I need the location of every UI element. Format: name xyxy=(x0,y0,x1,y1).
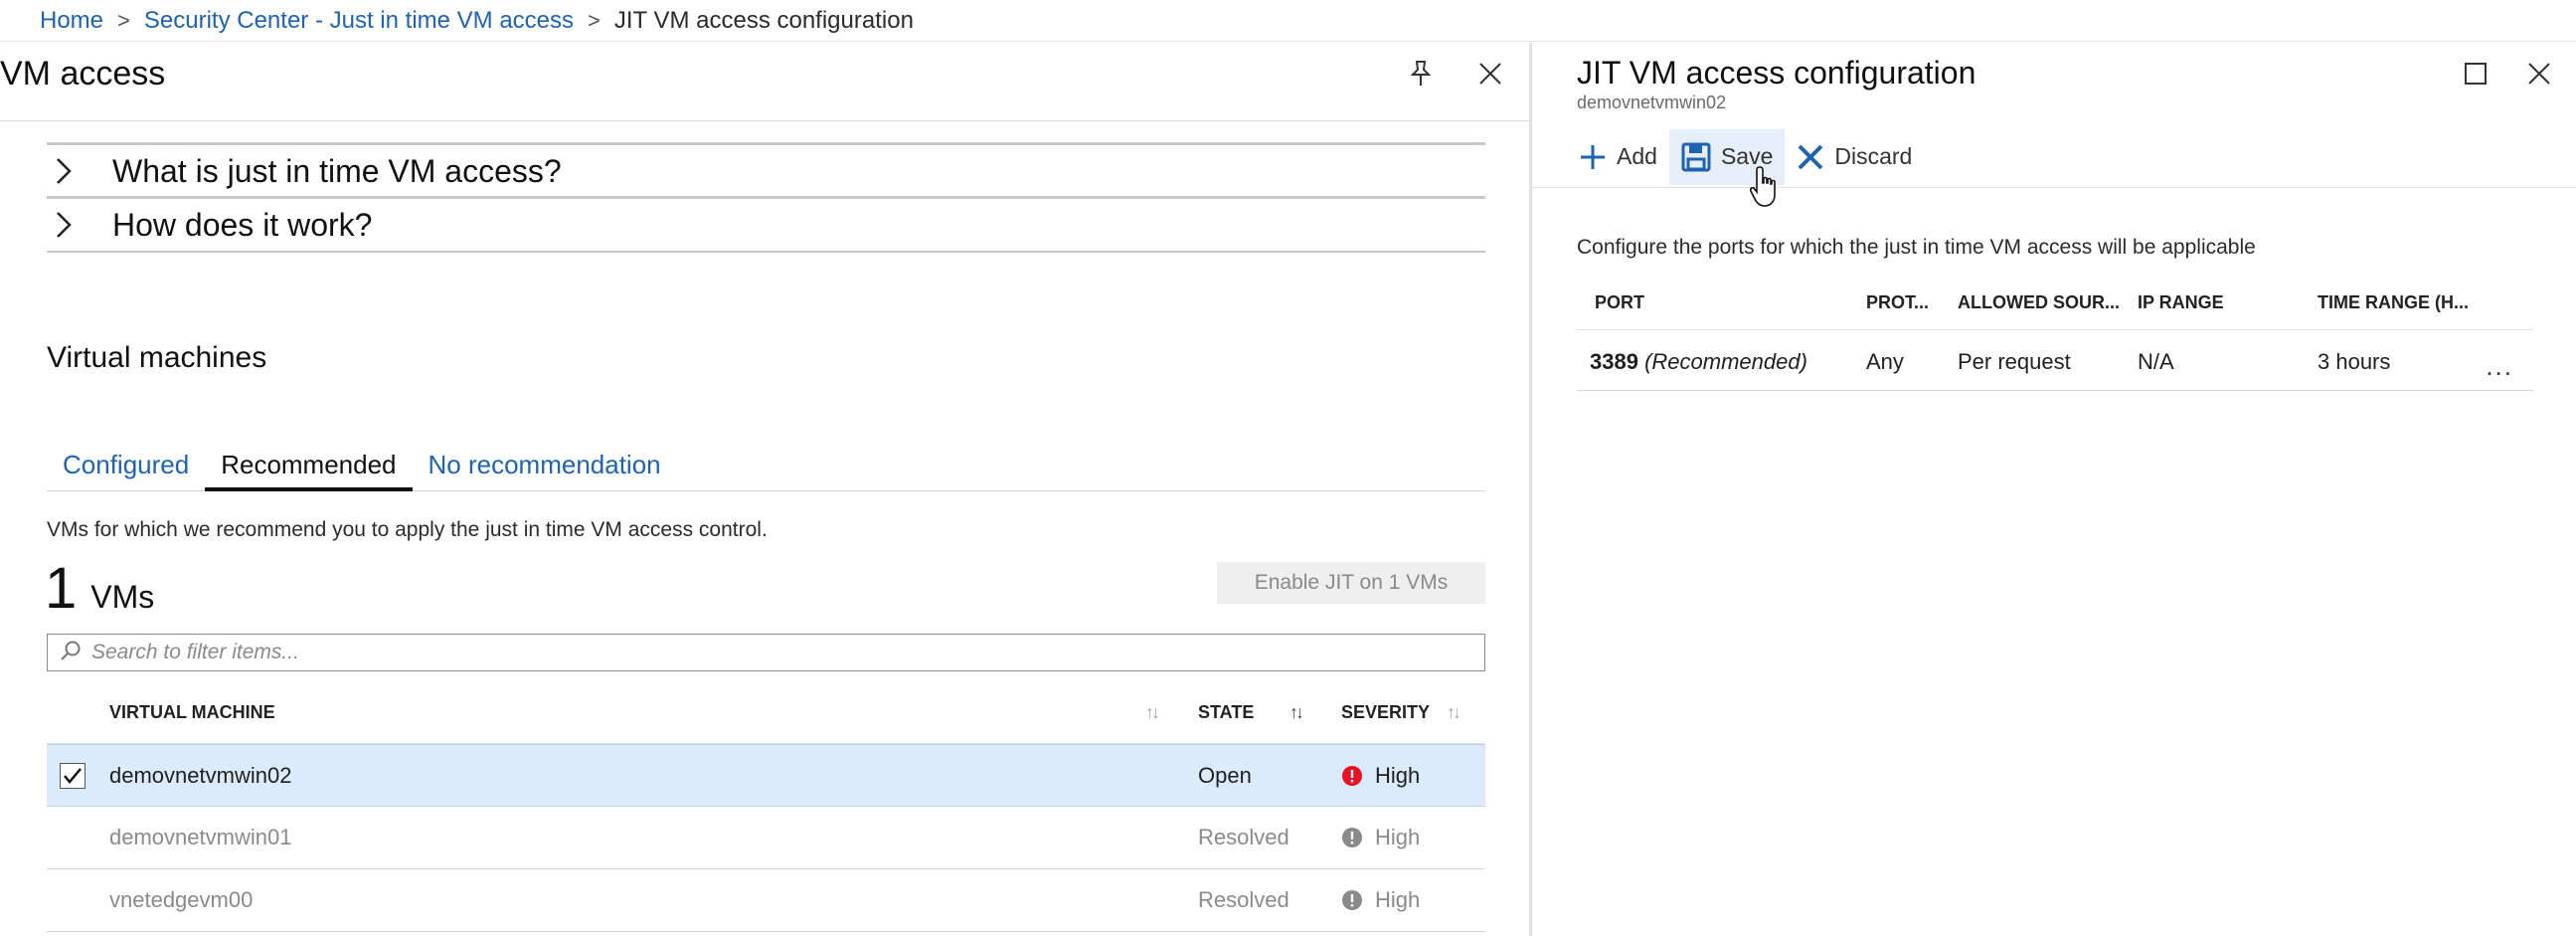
column-header-state[interactable]: STATE xyxy=(1198,702,1254,723)
accordion-label: What is just in time VM access? xyxy=(112,152,562,189)
breadcrumb-current: JIT VM access configuration xyxy=(613,6,914,34)
table-row[interactable]: 3389 (Recommended) Any Per request N/A 3… xyxy=(1577,333,2533,391)
tab-recommended[interactable]: Recommended xyxy=(205,436,413,491)
column-header-protocol[interactable]: PROT... xyxy=(1866,292,1929,313)
ports-table-header: PORT PROT... ALLOWED SOUR... IP RANGE TI… xyxy=(1577,276,2533,330)
vm-state: Open xyxy=(1198,762,1252,788)
row-checkbox[interactable] xyxy=(60,762,86,789)
accordion-divider xyxy=(47,251,1485,253)
protocol-cell: Any xyxy=(1866,348,1904,374)
discard-label: Discard xyxy=(1834,143,1913,169)
time-range-cell: 3 hours xyxy=(2318,348,2391,374)
tab-description: VMs for which we recommend you to apply … xyxy=(47,518,768,541)
add-button[interactable]: Add xyxy=(1567,129,1669,185)
enable-jit-button[interactable]: Enable JIT on 1 VMs xyxy=(1217,562,1485,604)
search-icon xyxy=(60,640,82,666)
vm-count-unit: VMs xyxy=(90,579,155,615)
vm-access-blade: VM access What is just in time VM access… xyxy=(0,43,1529,936)
maximize-icon[interactable] xyxy=(2459,57,2492,91)
allowed-source-cell: Per request xyxy=(1958,348,2071,374)
info-icon xyxy=(1342,828,1362,847)
table-header: VIRTUAL MACHINE ↑↓ STATE ↑↓ SEVERITY ↑↓ xyxy=(47,682,1485,744)
chevron-right-icon xyxy=(55,156,85,186)
column-header-vm[interactable]: VIRTUAL MACHINE xyxy=(109,702,275,723)
accordion-what-is-jit[interactable]: What is just in time VM access? xyxy=(47,142,1485,197)
vm-count: 1 VMs xyxy=(45,555,154,622)
chevron-right-icon: > xyxy=(588,7,601,33)
chevron-right-icon xyxy=(55,210,85,240)
table-row[interactable]: demovnetvmwin01 Resolved High xyxy=(47,807,1485,869)
tab-no-recommendation[interactable]: No recommendation xyxy=(413,436,677,491)
vm-name[interactable]: demovnetvmwin01 xyxy=(109,825,291,850)
vm-severity: High xyxy=(1341,825,1420,850)
breadcrumb: Home > Security Center - Just in time VM… xyxy=(0,0,2576,42)
vm-state: Resolved xyxy=(1198,887,1289,912)
severity-label: High xyxy=(1375,762,1421,788)
checkmark-icon xyxy=(64,767,82,784)
column-header-time-range[interactable]: TIME RANGE (H... xyxy=(2318,292,2469,313)
blade-actions xyxy=(2459,57,2556,91)
chevron-right-icon: > xyxy=(117,7,130,33)
severity-label: High xyxy=(1375,887,1421,912)
error-icon xyxy=(1342,765,1362,786)
accordion-how-does-it-work[interactable]: How does it work? xyxy=(47,196,1485,251)
save-icon xyxy=(1681,142,1711,171)
column-header-allowed-source[interactable]: ALLOWED SOUR... xyxy=(1958,292,2120,313)
port-number: 3389 xyxy=(1590,348,1638,374)
port-cell: 3389 (Recommended) xyxy=(1590,349,1807,375)
add-label: Add xyxy=(1617,143,1657,169)
command-bar: Add Save Discard xyxy=(1532,126,2576,188)
column-header-ip-range[interactable]: IP RANGE xyxy=(2138,292,2224,313)
section-title: Virtual machines xyxy=(47,341,267,374)
vm-tabs: Configured Recommended No recommendation xyxy=(47,436,1485,491)
ports-description: Configure the ports for which the just i… xyxy=(1577,236,2256,259)
blade-title: JIT VM access configuration xyxy=(1577,55,1976,91)
discard-icon xyxy=(1798,144,1823,169)
sort-icon[interactable]: ↑↓ xyxy=(1145,702,1160,723)
info-icon xyxy=(1342,890,1362,910)
vm-state: Resolved xyxy=(1198,825,1289,849)
accordion-label: How does it work? xyxy=(112,206,373,243)
discard-button[interactable]: Discard xyxy=(1785,129,1924,185)
vm-name[interactable]: vnetedgevm00 xyxy=(109,887,253,913)
blade-actions xyxy=(1404,57,1507,91)
blade-subtitle: demovnetvmwin02 xyxy=(1577,93,1727,112)
pin-icon[interactable] xyxy=(1404,57,1438,91)
severity-label: High xyxy=(1375,825,1421,849)
jit-config-blade: JIT VM access configuration demovnetvmwi… xyxy=(1532,43,2576,936)
hand-cursor-icon xyxy=(1749,165,1782,214)
column-header-port[interactable]: PORT xyxy=(1595,292,1644,313)
breadcrumb-home-link[interactable]: Home xyxy=(40,7,103,35)
table-row[interactable]: vnetedgevm00 Resolved High xyxy=(47,869,1485,932)
vm-table: VIRTUAL MACHINE ↑↓ STATE ↑↓ SEVERITY ↑↓ … xyxy=(47,682,1485,932)
header-divider xyxy=(0,120,1529,121)
close-icon[interactable] xyxy=(1473,57,1507,91)
sort-desc-icon[interactable]: ↑↓ xyxy=(1289,702,1304,723)
vm-count-number: 1 xyxy=(45,556,78,621)
tab-configured[interactable]: Configured xyxy=(47,436,205,491)
ip-range-cell: N/A xyxy=(2138,348,2174,374)
vm-name[interactable]: demovnetvmwin02 xyxy=(109,763,291,789)
column-header-severity[interactable]: SEVERITY xyxy=(1341,702,1430,723)
port-note: (Recommended) xyxy=(1644,348,1807,374)
more-options-icon[interactable]: ... xyxy=(2486,351,2513,382)
breadcrumb-security-center-link[interactable]: Security Center - Just in time VM access xyxy=(144,7,574,35)
blade-title: VM access xyxy=(0,55,166,93)
vm-severity: High xyxy=(1341,763,1420,789)
plus-icon xyxy=(1581,144,1605,169)
sort-icon[interactable]: ↑↓ xyxy=(1447,702,1461,723)
close-icon[interactable] xyxy=(2522,57,2556,91)
vm-severity: High xyxy=(1341,887,1420,913)
table-row[interactable]: demovnetvmwin02 Open High xyxy=(47,744,1485,807)
search-input[interactable] xyxy=(91,641,1463,664)
search-box xyxy=(47,634,1485,671)
